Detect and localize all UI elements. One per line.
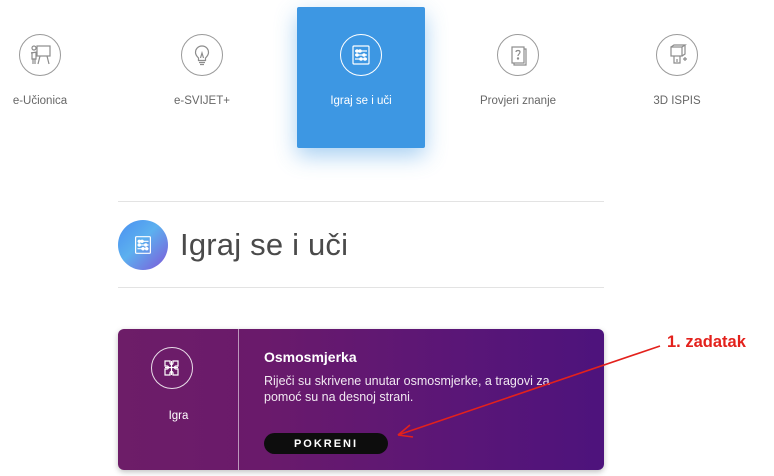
nav-label: 3D ISPIS xyxy=(653,95,701,107)
game-card-osmosmjerka: Igra Osmosmjerka Riječi su skrivene unut… xyxy=(118,329,604,470)
card-content: Osmosmjerka Riječi su skrivene unutar os… xyxy=(264,349,584,405)
nav-item-e-svijet[interactable]: e-SVIJET+ xyxy=(138,0,266,150)
nav-label: Igraj se i uči xyxy=(330,95,392,107)
divider-bottom xyxy=(118,287,604,288)
lightbulb-icon xyxy=(181,34,223,76)
nav-label: Provjeri znanje xyxy=(479,95,557,107)
nav-item-igraj-se-i-uci[interactable]: Igraj se i uči xyxy=(297,7,425,148)
card-type-label: Igra xyxy=(168,410,189,422)
game-title: Osmosmjerka xyxy=(264,349,357,365)
nav-item-3d-ispis[interactable]: 3D ISPIS xyxy=(613,0,741,150)
nav-label: e-Učionica xyxy=(12,95,68,107)
cube-print-icon xyxy=(656,34,698,76)
abacus-icon xyxy=(340,34,382,76)
section-header: Igraj se i uči xyxy=(118,220,348,270)
teacher-board-icon xyxy=(19,34,61,76)
nav-item-provjeri-znanje[interactable]: Provjeri znanje xyxy=(454,0,582,150)
top-navigation: e-Učionica e-SVIJET+ Igraj se i uči Prov… xyxy=(0,0,774,160)
card-type-panel: Igra xyxy=(118,329,239,470)
puzzle-icon xyxy=(151,347,193,389)
question-book-icon xyxy=(497,34,539,76)
nav-label: e-SVIJET+ xyxy=(174,95,230,107)
start-button[interactable]: POKRENI xyxy=(264,433,388,454)
game-description: Riječi su skrivene unutar osmosmjerke, a… xyxy=(264,374,550,404)
abacus-icon xyxy=(118,220,168,270)
nav-item-e-ucionica[interactable]: e-Učionica xyxy=(0,0,104,150)
annotation-label: 1. zadatak xyxy=(667,333,746,351)
divider-top xyxy=(118,201,604,202)
page-title: Igraj se i uči xyxy=(180,227,349,262)
